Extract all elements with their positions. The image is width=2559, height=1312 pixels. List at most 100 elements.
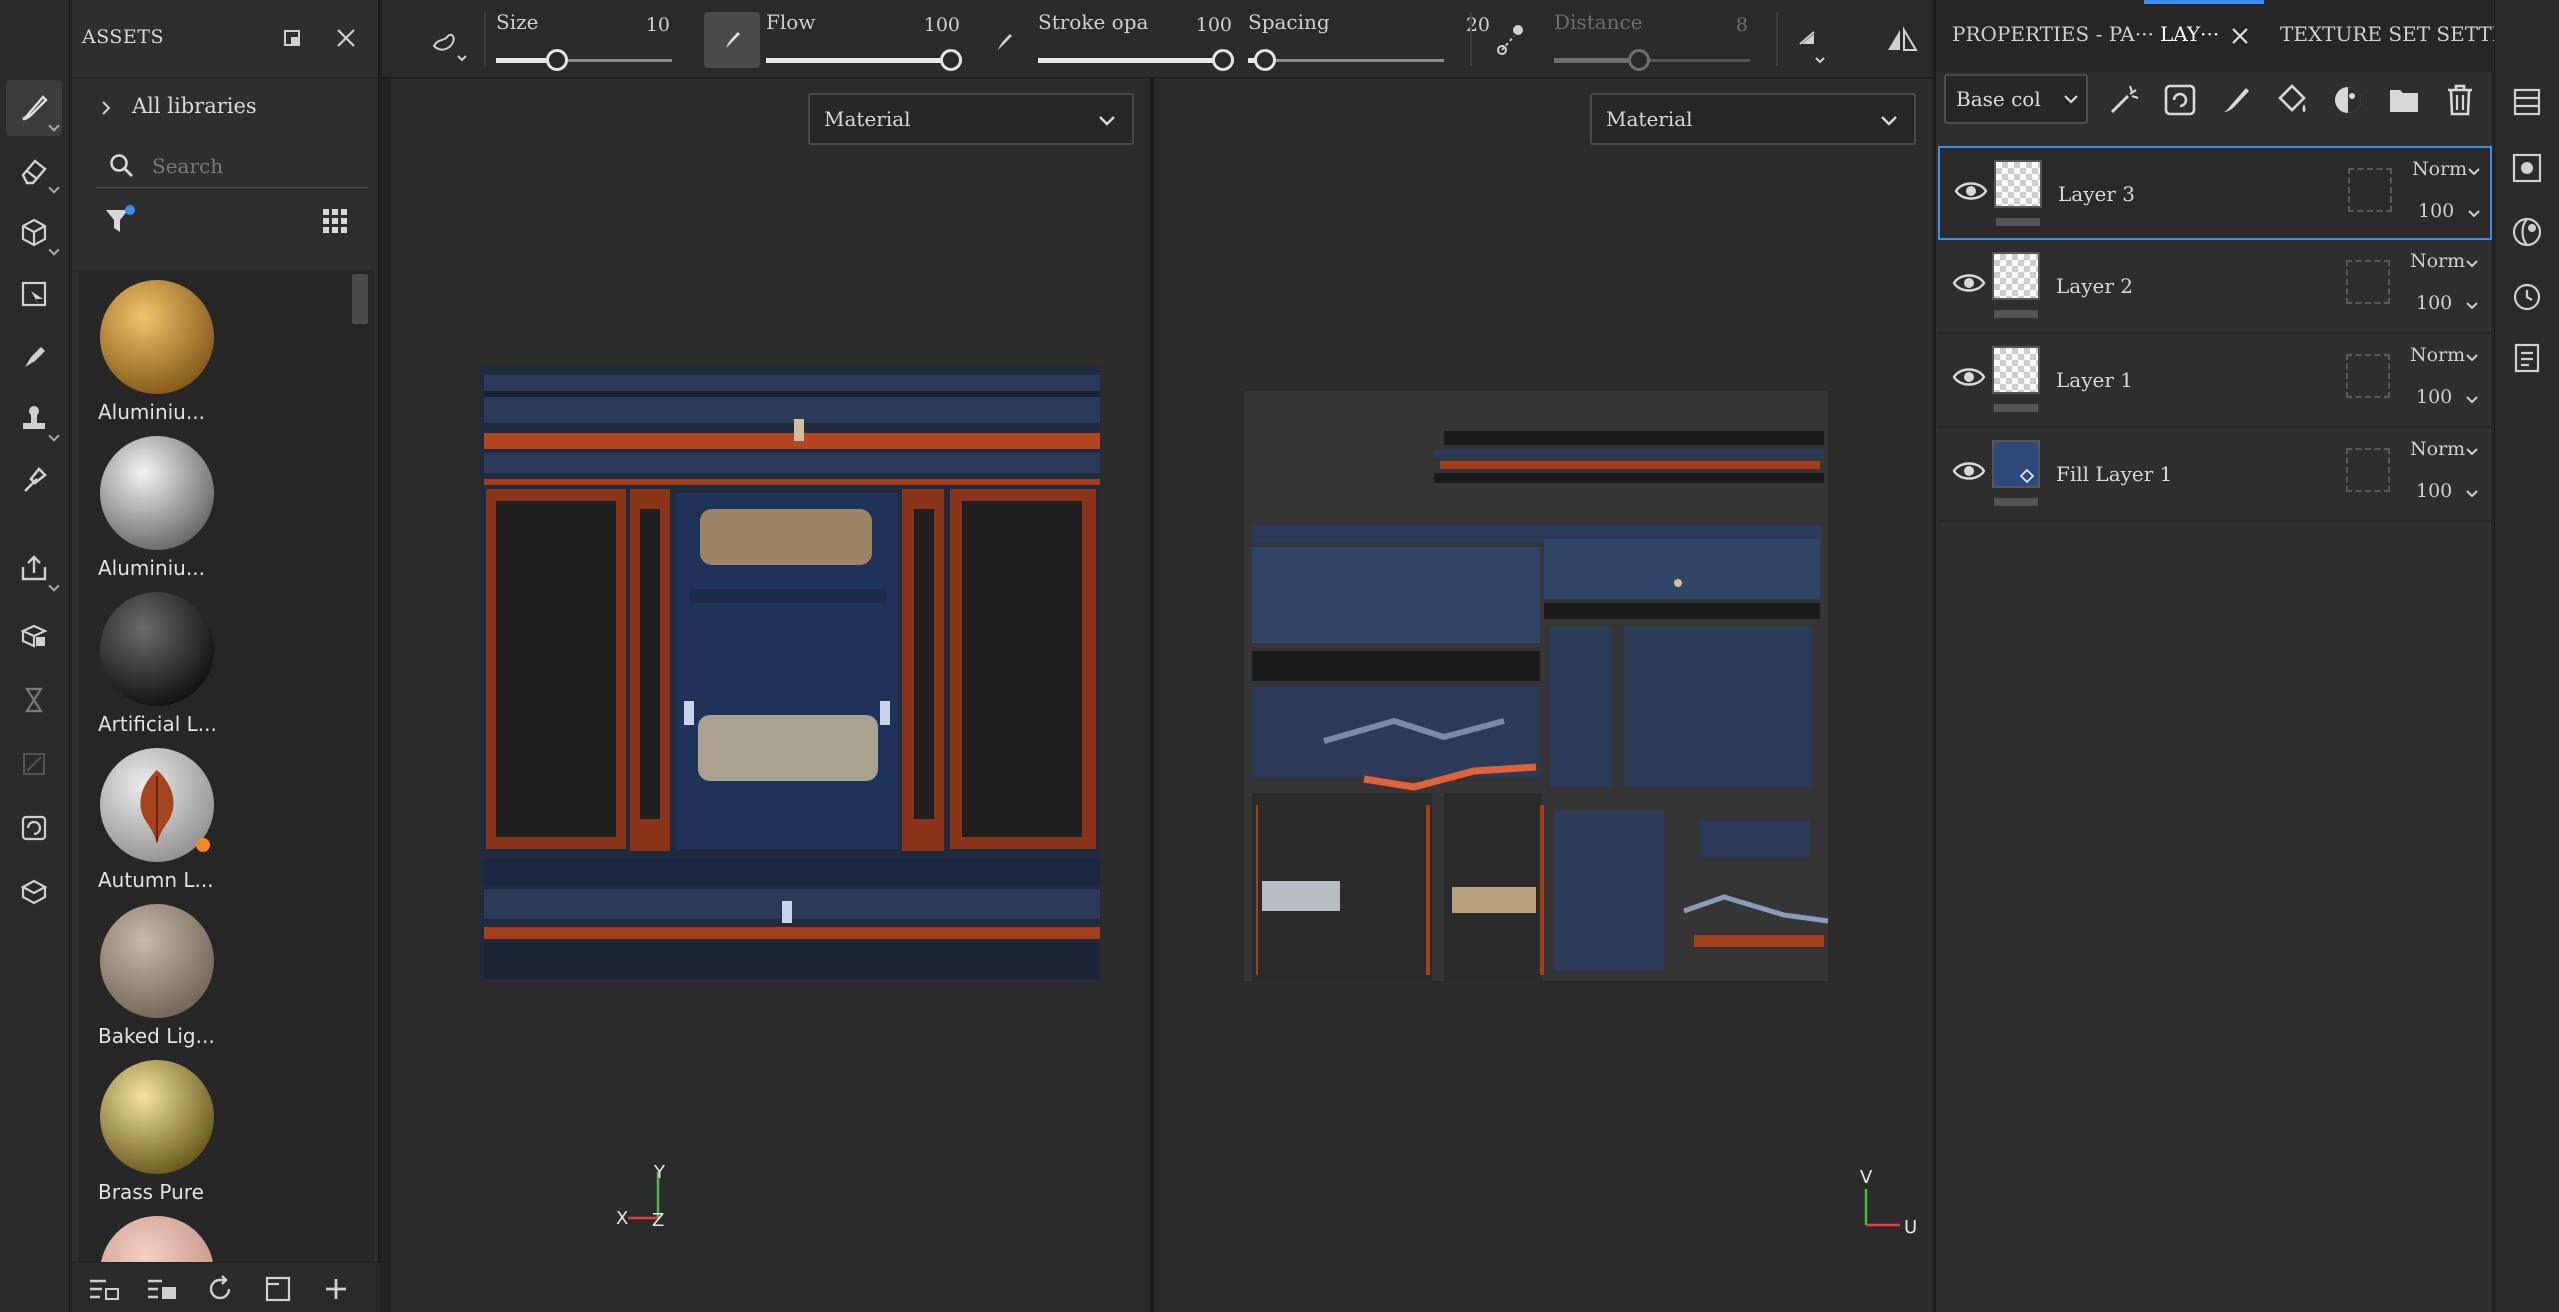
layer-name[interactable]: Fill Layer 1: [2056, 462, 2172, 486]
refresh-button[interactable]: [202, 1271, 238, 1307]
flow-slider-handle[interactable]: [940, 49, 962, 71]
layer-name[interactable]: Layer 3: [2058, 182, 2135, 206]
grid-view-icon[interactable]: [320, 206, 350, 236]
opacity-dropdown[interactable]: 100: [2416, 386, 2452, 408]
flow-pressure-toggle[interactable]: [986, 20, 1026, 60]
material-sphere-thumbnail: [100, 748, 214, 862]
size-slider-handle[interactable]: [546, 49, 568, 71]
color-picker-tool-button[interactable]: [6, 452, 62, 508]
display-settings-dock-button[interactable]: [2509, 214, 2545, 250]
clone-tool-button[interactable]: [6, 390, 62, 446]
3d-viewport-mode-dropdown[interactable]: Material: [808, 93, 1134, 145]
asset-item[interactable]: Aluminiu...: [88, 426, 338, 580]
add-fill-layer-button[interactable]: [2272, 80, 2312, 120]
opacity-dropdown[interactable]: 100: [2418, 200, 2454, 222]
asset-item[interactable]: Brass Pure: [88, 1050, 338, 1204]
projection-tool-button[interactable]: [6, 204, 62, 260]
flow-value[interactable]: 100: [910, 14, 960, 36]
tab-layers[interactable]: LAY···: [2160, 22, 2219, 46]
eraser-icon: [21, 159, 47, 185]
asset-item[interactable]: Autumn L...: [88, 738, 338, 892]
eraser-tool-button[interactable]: [6, 142, 62, 198]
layer-mask-slot[interactable]: [2346, 448, 2390, 492]
brush-tool-button[interactable]: [6, 80, 62, 136]
timer-tool-button[interactable]: [6, 672, 62, 728]
stroke-opacity-slider-handle[interactable]: [1212, 49, 1234, 71]
smudge-tool-button[interactable]: [6, 328, 62, 384]
delete-layer-button[interactable]: [2440, 80, 2480, 120]
blend-mode-dropdown[interactable]: Norm: [2412, 158, 2467, 180]
undock-icon[interactable]: [282, 28, 302, 48]
history-dock-button[interactable]: [2509, 278, 2545, 314]
layer-mask-slot[interactable]: [2346, 354, 2390, 398]
add-button[interactable]: [318, 1271, 354, 1307]
library-button[interactable]: [144, 1271, 180, 1307]
close-icon[interactable]: [2230, 26, 2250, 46]
layers-dock-button[interactable]: [2509, 84, 2545, 120]
spacing-slider-handle[interactable]: [1254, 49, 1276, 71]
layer-row[interactable]: Layer 1 Norm 100: [1938, 334, 2492, 428]
brush-preset-icon: [432, 33, 467, 62]
opacity-dropdown[interactable]: 100: [2416, 292, 2452, 314]
refresh-tool-button[interactable]: [6, 800, 62, 856]
layer-name[interactable]: Layer 1: [2056, 368, 2133, 392]
add-mask-button[interactable]: [2160, 80, 2200, 120]
flow-slider[interactable]: [766, 58, 952, 63]
size-value[interactable]: 10: [620, 14, 670, 36]
shelf-tool-button[interactable]: [6, 864, 62, 920]
layer-mask-slot[interactable]: [2348, 168, 2392, 212]
size-pressure-toggle[interactable]: [704, 12, 760, 68]
layer-row[interactable]: Layer 2 Norm 100: [1938, 240, 2492, 334]
mask-refresh-icon: [2164, 84, 2196, 116]
alignment-dropdown[interactable]: [1790, 20, 1840, 70]
lazy-mouse-toggle[interactable]: [1490, 20, 1530, 60]
filter-icon[interactable]: [100, 202, 138, 240]
asset-item[interactable]: [88, 1206, 338, 1262]
close-icon[interactable]: [334, 26, 358, 50]
spacing-slider[interactable]: [1248, 58, 1444, 63]
asset-item[interactable]: Artificial L...: [88, 582, 338, 736]
asset-item[interactable]: Aluminiu...: [88, 270, 338, 424]
asset-item[interactable]: Baked Lig...: [88, 894, 338, 1048]
layer-row[interactable]: Layer 3 Norm 100: [1938, 146, 2492, 240]
blend-mode-dropdown[interactable]: Norm: [2410, 344, 2465, 366]
channel-dropdown[interactable]: Base col: [1944, 74, 2088, 124]
asset-list-scrollbar[interactable]: [352, 274, 368, 324]
add-effect-button[interactable]: [2104, 80, 2144, 120]
layer-name[interactable]: Layer 2: [2056, 274, 2133, 298]
eye-icon[interactable]: [1952, 270, 1986, 296]
add-folder-button[interactable]: [2384, 80, 2424, 120]
3d-viewport[interactable]: Material Y X Z: [390, 79, 1150, 1312]
stroke-opacity-value[interactable]: 100: [1182, 14, 1232, 36]
folder-button[interactable]: [260, 1271, 296, 1307]
layer-mask-slot[interactable]: [2346, 260, 2390, 304]
blend-mode-dropdown[interactable]: Norm: [2410, 438, 2465, 460]
eye-icon[interactable]: [1952, 458, 1986, 484]
tab-texture-set-settings[interactable]: TEXTURE SET SETTI···: [2280, 22, 2519, 46]
texture-set-dock-button[interactable]: [2509, 150, 2545, 186]
size-slider[interactable]: [496, 58, 672, 63]
import-button[interactable]: [86, 1271, 122, 1307]
stroke-opacity-slider[interactable]: [1038, 58, 1224, 63]
eye-icon[interactable]: [1954, 178, 1988, 204]
transform-tool-button[interactable]: [6, 736, 62, 792]
asset-search-input[interactable]: Search: [96, 146, 368, 188]
add-paint-layer-button[interactable]: [2216, 80, 2256, 120]
all-libraries-button[interactable]: All libraries: [96, 92, 368, 126]
tab-properties[interactable]: PROPERTIES - PA···: [1952, 22, 2154, 46]
eye-icon[interactable]: [1952, 364, 1986, 390]
2d-uv-viewport[interactable]: Material V U: [1154, 79, 1932, 1312]
bake-tool-button[interactable]: [6, 608, 62, 664]
opacity-dropdown[interactable]: 100: [2416, 480, 2452, 502]
symmetry-toggle[interactable]: [1882, 20, 1922, 60]
log-dock-button[interactable]: [2509, 340, 2545, 376]
export-tool-button[interactable]: [6, 540, 62, 596]
2d-viewport-mode-dropdown[interactable]: Material: [1590, 93, 1916, 145]
spacing-value[interactable]: 20: [1440, 14, 1490, 36]
add-smart-material-button[interactable]: [2328, 80, 2368, 120]
settings-panel-icon: [2512, 153, 2542, 183]
blend-mode-dropdown[interactable]: Norm: [2410, 250, 2465, 272]
polygon-fill-tool-button[interactable]: [6, 266, 62, 322]
layer-row[interactable]: Fill Layer 1 Norm 100: [1938, 428, 2492, 522]
brush-preset-button[interactable]: [422, 18, 470, 66]
